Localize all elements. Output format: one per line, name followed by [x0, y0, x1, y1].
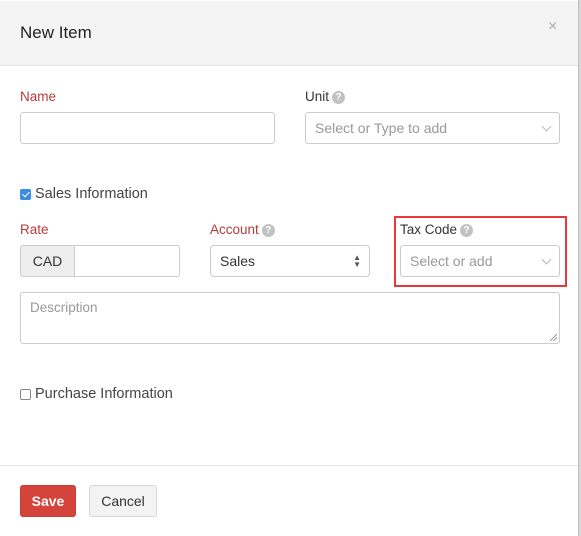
help-icon[interactable]: ?	[332, 91, 346, 104]
unit-label: Unit?	[305, 89, 346, 104]
sales-information-checkbox[interactable]	[20, 188, 31, 200]
tax-code-highlight-box	[394, 216, 567, 287]
currency-addon: CAD	[20, 245, 75, 277]
cancel-button[interactable]: Cancel	[89, 485, 157, 517]
dialog-title: New Item	[20, 23, 92, 42]
name-label: Name	[20, 89, 57, 104]
close-icon[interactable]: ×	[548, 19, 557, 35]
purchase-information-label: Purchase Information	[35, 386, 173, 402]
save-button[interactable]: Save	[20, 485, 76, 517]
account-label: Account?	[210, 222, 275, 237]
select-arrows-icon: ▲ ▼	[353, 253, 361, 269]
help-icon[interactable]: ?	[261, 224, 275, 237]
new-item-dialog: New Item × Name Unit? Select or Type to …	[0, 0, 578, 536]
unit-select[interactable]: Select or Type to add	[305, 112, 560, 144]
resize-handle-icon[interactable]	[550, 334, 557, 341]
footer-divider	[0, 465, 578, 466]
account-select[interactable]: Sales ▲ ▼	[210, 245, 370, 277]
account-label-text: Account	[210, 222, 259, 237]
dialog-header: New Item ×	[0, 1, 578, 66]
unit-placeholder: Select or Type to add	[315, 120, 448, 136]
chevron-down-icon	[541, 121, 552, 132]
name-input[interactable]	[20, 112, 275, 144]
sales-information-label: Sales Information	[35, 186, 148, 202]
purchase-information-toggle[interactable]: Purchase Information	[20, 386, 173, 402]
description-textarea[interactable]: Description	[20, 292, 560, 344]
description-placeholder: Description	[30, 300, 98, 315]
purchase-information-checkbox[interactable]	[20, 388, 31, 400]
account-value: Sales	[220, 253, 256, 269]
unit-label-text: Unit	[305, 89, 330, 104]
rate-label: Rate	[20, 222, 49, 237]
rate-input[interactable]	[74, 245, 180, 277]
sales-information-toggle[interactable]: Sales Information	[20, 186, 148, 202]
